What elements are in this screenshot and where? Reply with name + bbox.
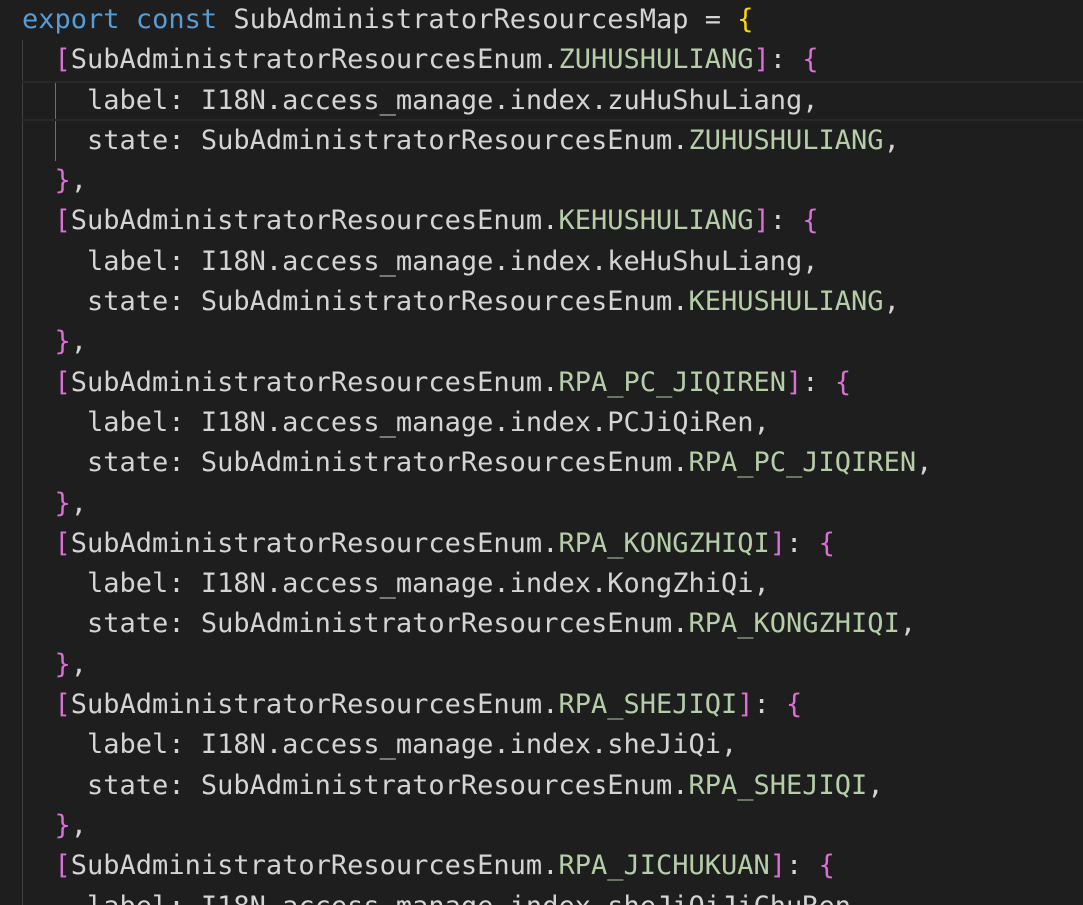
enum-member: ZUHUSHULIANG <box>558 44 754 76</box>
entry-key-line: [SubAdministratorResourcesEnum.ZUHUSHULI… <box>0 40 1083 81</box>
i18n-prefix: I18N.access_manage.index. <box>200 729 608 761</box>
enum-name: SubAdministratorResourcesEnum <box>200 769 673 801</box>
indent-guide <box>22 201 23 242</box>
i18n-prefix: I18N.access_manage.index. <box>200 568 608 600</box>
enum-member: RPA_JICHUKUAN <box>558 850 770 882</box>
enum-name: SubAdministratorResourcesEnum <box>70 366 543 398</box>
code-line: export const SubAdministratorResourcesMa… <box>0 0 1083 40</box>
enum-name: SubAdministratorResourcesEnum <box>70 205 543 237</box>
indent-guide <box>22 443 23 484</box>
export-keyword: export <box>22 4 120 35</box>
label-key: label <box>87 84 169 116</box>
indent-guide <box>22 282 23 323</box>
entry-label-line: label: I18N.access_manage.index.sheJiQi, <box>0 725 1083 766</box>
indent-guide <box>22 765 23 806</box>
enum-name: SubAdministratorResourcesEnum <box>200 447 673 479</box>
entry-label-line: label: I18N.access_manage.index.sheJiQiJ… <box>0 886 1083 905</box>
entry-label-line: label: I18N.access_manage.index.keHuShuL… <box>0 241 1083 283</box>
enum-member: ZUHUSHULIANG <box>688 124 884 156</box>
indent-guide <box>22 402 23 444</box>
i18n-label: PCJiQiRen <box>607 406 754 438</box>
entry-key-line: [SubAdministratorResourcesEnum.RPA_KONGZ… <box>0 523 1083 565</box>
enum-member: RPA_KONGZHIQI <box>688 608 900 640</box>
enum-member: KEHUSHULIANG <box>558 205 754 237</box>
i18n-prefix: I18N.access_manage.index. <box>201 891 607 905</box>
indent-guide <box>22 241 23 283</box>
i18n-prefix: I18N.access_manage.index. <box>200 245 608 277</box>
enum-name: SubAdministratorResourcesEnum <box>200 286 673 318</box>
entry-state-line: state: SubAdministratorResourcesEnum.RPA… <box>0 443 1083 484</box>
const-keyword: const <box>135 4 218 35</box>
indent-guide <box>22 322 23 363</box>
entry-key-line: [SubAdministratorResourcesEnum.KEHUSHULI… <box>0 201 1083 242</box>
i18n-label: sheJiQi <box>607 729 722 761</box>
indent-guide <box>22 80 23 121</box>
entry-label-line: label: I18N.access_manage.index.PCJiQiRe… <box>0 402 1083 444</box>
label-key: label <box>87 245 169 277</box>
enum-name: SubAdministratorResourcesEnum <box>200 608 673 640</box>
i18n-prefix: I18N.access_manage.index. <box>200 84 608 116</box>
entry-state-line: state: SubAdministratorResourcesEnum.ZUH… <box>0 120 1083 162</box>
entry-state-line: state: SubAdministratorResourcesEnum.KEH… <box>0 282 1083 323</box>
state-key: state <box>87 286 169 318</box>
state-key: state <box>87 608 169 640</box>
entry-state-line: state: SubAdministratorResourcesEnum.RPA… <box>0 604 1083 645</box>
entry-label-line: label: I18N.access_manage.index.zuHuShuL… <box>0 80 1083 122</box>
indent-guide <box>22 846 23 887</box>
indent-guide <box>22 483 23 524</box>
label-key: label <box>87 729 169 761</box>
indent-guide-active <box>55 80 56 121</box>
assign-operator: = <box>688 4 738 35</box>
indent-guide <box>22 725 23 766</box>
open-brace: { <box>737 4 754 35</box>
indent-guide <box>22 604 23 645</box>
label-key: label <box>87 891 168 905</box>
indent-guide <box>22 564 23 605</box>
entry-label-line: label: I18N.access_manage.index.KongZhiQ… <box>0 564 1083 605</box>
i18n-prefix: I18N.access_manage.index. <box>200 406 608 438</box>
enum-member: RPA_SHEJIQI <box>558 689 738 721</box>
entry-close-line: }, <box>0 161 1083 202</box>
indent-guide <box>22 685 23 726</box>
map-identifier: SubAdministratorResourcesMap <box>233 4 689 35</box>
enum-member: RPA_SHEJIQI <box>688 769 868 801</box>
enum-member: RPA_PC_JIQIREN <box>688 447 917 479</box>
enum-name: SubAdministratorResourcesEnum <box>200 124 673 156</box>
entry-close-line: }, <box>0 483 1083 524</box>
indent-guide-active <box>55 120 56 162</box>
label-key: label <box>87 406 169 438</box>
enum-name: SubAdministratorResourcesEnum <box>70 689 543 721</box>
indent-guide <box>22 644 23 686</box>
enum-name: SubAdministratorResourcesEnum <box>70 850 543 882</box>
enum-name: SubAdministratorResourcesEnum <box>70 527 543 559</box>
entry-close-line: }, <box>0 322 1083 363</box>
enum-member: RPA_PC_JIQIREN <box>558 366 787 398</box>
state-key: state <box>87 447 169 479</box>
indent-guide <box>22 40 23 81</box>
indent-guide <box>22 523 23 565</box>
enum-member: KEHUSHULIANG <box>688 286 884 318</box>
entry-state-line: state: SubAdministratorResourcesEnum.RPA… <box>0 765 1083 806</box>
i18n-label: keHuShuLiang <box>607 245 803 277</box>
entry-close-line: }, <box>0 805 1083 847</box>
state-key: state <box>87 769 169 801</box>
i18n-label: sheJiQiJiChuRen <box>607 891 851 905</box>
indent-guide <box>22 805 23 847</box>
enum-name: SubAdministratorResourcesEnum <box>70 44 543 76</box>
entry-key-line: [SubAdministratorResourcesEnum.RPA_JICHU… <box>0 846 1083 887</box>
indent-guide <box>22 362 23 403</box>
entry-key-line: [SubAdministratorResourcesEnum.RPA_SHEJI… <box>0 685 1083 726</box>
i18n-label: KongZhiQi <box>607 568 754 600</box>
code-editor[interactable]: export const SubAdministratorResourcesMa… <box>0 0 1083 905</box>
indent-guide <box>22 161 23 202</box>
i18n-label: zuHuShuLiang <box>607 84 803 116</box>
enum-member: RPA_KONGZHIQI <box>558 527 770 559</box>
indent-guide <box>22 886 23 905</box>
indent-guide <box>22 120 23 162</box>
entry-close-line: }, <box>0 644 1083 686</box>
label-key: label <box>87 568 169 600</box>
state-key: state <box>87 124 169 156</box>
entry-key-line: [SubAdministratorResourcesEnum.RPA_PC_JI… <box>0 362 1083 403</box>
